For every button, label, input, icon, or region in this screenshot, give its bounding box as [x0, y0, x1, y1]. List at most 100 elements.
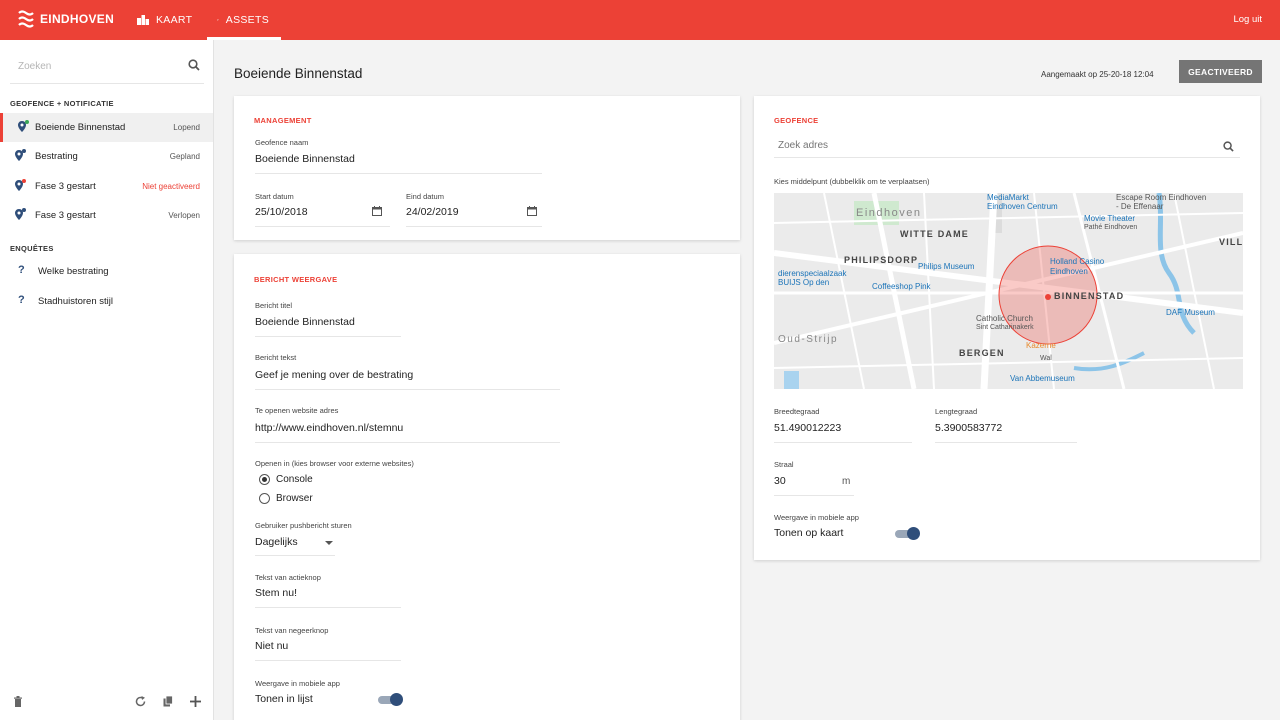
map[interactable]: Eindhoven WITTE DAME PHILIPSDORP BINNENS… — [774, 193, 1243, 389]
map-label: Coffeeshop Pink — [872, 282, 931, 291]
geofence-name-label: Geofence naam — [255, 138, 309, 147]
address-search-input[interactable] — [778, 140, 1178, 151]
radio-button[interactable] — [259, 474, 270, 485]
radio-console[interactable]: Console — [259, 474, 313, 485]
map-display-label: Weergave in mobiele app — [774, 513, 859, 522]
eindhoven-logo-icon — [18, 10, 34, 28]
map-label: Pathé Eindhoven — [1084, 224, 1138, 231]
mobile-display-label: Weergave in mobiele app — [255, 679, 340, 688]
nav-assets[interactable]: ASSETS — [207, 0, 281, 40]
map-label: BINNENSTAD — [1054, 291, 1125, 301]
map-label: BUIJS Op den — [778, 278, 830, 287]
sidebar-footer — [0, 686, 213, 720]
caret-down-icon — [325, 541, 333, 545]
center-label: Kies middelpunt (dubbelklik om te verpla… — [774, 177, 930, 186]
url-input[interactable]: http://www.eindhoven.nl/stemnu — [255, 422, 560, 443]
message-title: BERICHT WEERGAVE — [254, 275, 338, 284]
map-label: Oud-Strijp — [778, 334, 839, 345]
map-label: - De Effenaar — [1116, 202, 1164, 211]
search-icon[interactable] — [188, 59, 200, 71]
radio-label: Browser — [276, 493, 313, 504]
map-label: Van Abbemuseum — [1010, 374, 1075, 383]
add-icon[interactable] — [190, 696, 201, 707]
sidebar-item-label: Stadhuistoren stijl — [38, 296, 113, 307]
map-roads — [774, 193, 1243, 389]
calendar-icon[interactable] — [372, 206, 382, 216]
logout-link[interactable]: Log uit — [1233, 14, 1262, 25]
sidebar-item-geofence[interactable]: Boeiende Binnenstad Lopend — [0, 113, 213, 142]
map-label: MediaMarkt — [987, 193, 1029, 202]
message-title-label: Bericht titel — [255, 301, 293, 310]
geofence-card: GEOFENCE Kies middelpunt (dubbelklik om … — [754, 96, 1260, 560]
geofence-name-input[interactable]: Boeiende Binnenstad — [255, 153, 542, 174]
status-badge: Lopend — [173, 123, 200, 132]
radio-button[interactable] — [259, 493, 270, 504]
search-icon[interactable] — [1223, 141, 1234, 152]
map-label: Movie Theater — [1084, 214, 1135, 223]
section-enquetes-label: ENQUÊTES — [10, 244, 54, 253]
message-title-input[interactable]: Boeiende Binnenstad — [255, 316, 401, 337]
latitude-label: Breedtegraad — [774, 407, 820, 416]
map-label: Eindhoven — [1050, 267, 1088, 276]
start-date-label: Start datum — [255, 192, 294, 201]
start-date-input[interactable]: 25/10/2018 — [255, 206, 390, 227]
ignore-button-text-input[interactable]: Niet nu — [255, 640, 401, 661]
map-pin-icon — [15, 149, 26, 161]
sidebar-item-enquete[interactable]: ? Welke bestrating — [0, 257, 213, 286]
end-date-input[interactable]: 24/02/2019 — [406, 206, 542, 227]
list-display-toggle[interactable] — [378, 693, 403, 706]
sidebar-item-geofence[interactable]: Fase 3 gestart Verlopen — [0, 201, 213, 230]
nav-kaart-label: KAART — [156, 14, 193, 26]
sidebar-item-geofence[interactable]: Fase 3 gestart Niet geactiveerd — [0, 172, 213, 201]
sidebar-item-label: Fase 3 gestart — [35, 181, 96, 192]
action-button-text-label: Tekst van actieknop — [255, 573, 321, 582]
logo[interactable]: EINDHOVEN — [18, 10, 114, 28]
open-in-label: Openen in (kies browser voor externe web… — [255, 459, 414, 468]
sidebar-item-label: Fase 3 gestart — [35, 210, 96, 221]
map-display-toggle[interactable] — [895, 527, 920, 540]
latitude-input[interactable]: 51.490012223 — [774, 422, 912, 443]
radio-browser[interactable]: Browser — [259, 493, 313, 504]
trash-icon[interactable] — [13, 696, 23, 707]
ignore-button-text-label: Tekst van negeerknop — [255, 626, 329, 635]
sidebar-item-label: Welke bestrating — [38, 266, 109, 277]
map-label: Escape Room Eindhoven — [1116, 193, 1207, 202]
map-label: Eindhoven Centrum — [987, 202, 1058, 211]
action-button-text-input[interactable]: Stem nu! — [255, 587, 401, 608]
top-bar: EINDHOVEN KAART ASSETS Log uit — [0, 0, 1280, 40]
map-label: WITTE DAME — [900, 229, 969, 239]
activated-button[interactable]: GEACTIVEERD — [1179, 60, 1262, 83]
mobile-display-value: Tonen in lijst — [255, 693, 313, 705]
map-label: Catholic Church — [976, 314, 1033, 323]
calendar-icon[interactable] — [527, 206, 537, 216]
longitude-input[interactable]: 5.3900583772 — [935, 422, 1077, 443]
map-pin-icon — [18, 120, 29, 132]
status-badge: Niet geactiveerd — [142, 182, 200, 191]
management-card: MANAGEMENT Geofence naam Boeiende Binnen… — [234, 96, 740, 240]
sidebar-item-geofence[interactable]: Bestrating Gepland — [0, 142, 213, 171]
refresh-icon[interactable] — [135, 696, 146, 707]
message-text-input[interactable]: Geef je mening over de bestrating — [255, 369, 560, 390]
copy-icon[interactable] — [163, 696, 173, 707]
section-geofence-label: GEOFENCE + NOTIFICATIE — [10, 99, 114, 108]
radio-label: Console — [276, 474, 313, 485]
map-label: Kazerne — [1026, 341, 1056, 350]
map-display-value: Tonen op kaart — [774, 527, 844, 539]
buildings-icon — [137, 15, 149, 25]
sidebar-item-enquete[interactable]: ? Stadhuistoren stijl — [0, 287, 213, 316]
nav-kaart[interactable]: KAART — [137, 0, 192, 40]
map-label: Holland Casino — [1050, 257, 1105, 266]
map-pin-icon — [15, 179, 26, 191]
page-title: Boeiende Binnenstad — [234, 66, 363, 81]
nav-assets-label: ASSETS — [225, 14, 269, 26]
sidebar: GEOFENCE + NOTIFICATIE Boeiende Binnenst… — [0, 40, 214, 720]
geofence-title: GEOFENCE — [774, 116, 819, 125]
longitude-label: Lengtegraad — [935, 407, 978, 416]
map-label: Wal — [1040, 355, 1052, 362]
management-title: MANAGEMENT — [254, 116, 312, 125]
push-frequency-select[interactable]: Dagelijks — [255, 536, 335, 556]
map-label: Eindhoven — [856, 207, 922, 219]
map-label: VILLA — [1219, 237, 1243, 247]
radius-unit: m — [842, 476, 851, 487]
sidebar-search-input[interactable] — [18, 61, 168, 72]
